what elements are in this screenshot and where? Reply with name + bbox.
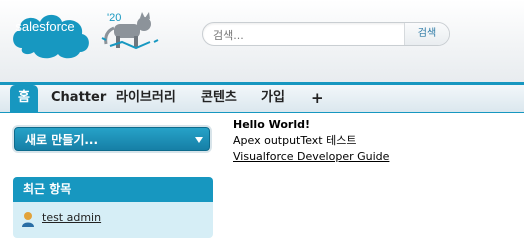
tab-library[interactable]: 라이브러리 (116, 85, 176, 112)
header: salesforce '20 검색 (0, 0, 524, 82)
recent-items-header: 최근 항목 (13, 177, 213, 202)
search-button[interactable]: 검색 (404, 23, 449, 45)
main-content: Hello World! Apex outputText 테스트 Visualf… (233, 117, 389, 165)
page-title: Hello World! (233, 118, 310, 131)
search-input[interactable] (211, 25, 405, 45)
user-icon (22, 212, 34, 227)
developer-guide-link[interactable]: Visualforce Developer Guide (233, 149, 389, 165)
anniversary-badge: '20 (107, 12, 122, 24)
caret-down-icon (195, 137, 203, 143)
create-new-dropdown[interactable]: 새로 만들기... (14, 127, 210, 151)
tab-home[interactable]: 홈 (10, 85, 38, 112)
logo-text: salesforce (15, 19, 75, 34)
tab-content[interactable]: 콘텐츠 (201, 85, 237, 112)
tab-add-plus[interactable]: + (311, 85, 324, 112)
tab-bar: 홈 Chatter 라이브러리 콘텐츠 가입 + (0, 82, 524, 113)
recent-item-link[interactable]: test admin (42, 211, 101, 224)
output-text: Apex outputText 테스트 (233, 134, 357, 147)
search-box: 검색 (202, 22, 450, 46)
recent-items-panel: test admin (13, 202, 213, 238)
salesforce-logo[interactable] (8, 8, 94, 62)
tab-chatter[interactable]: Chatter (51, 85, 106, 112)
create-new-label: 새로 만들기... (25, 133, 99, 147)
tab-join[interactable]: 가입 (261, 85, 285, 112)
